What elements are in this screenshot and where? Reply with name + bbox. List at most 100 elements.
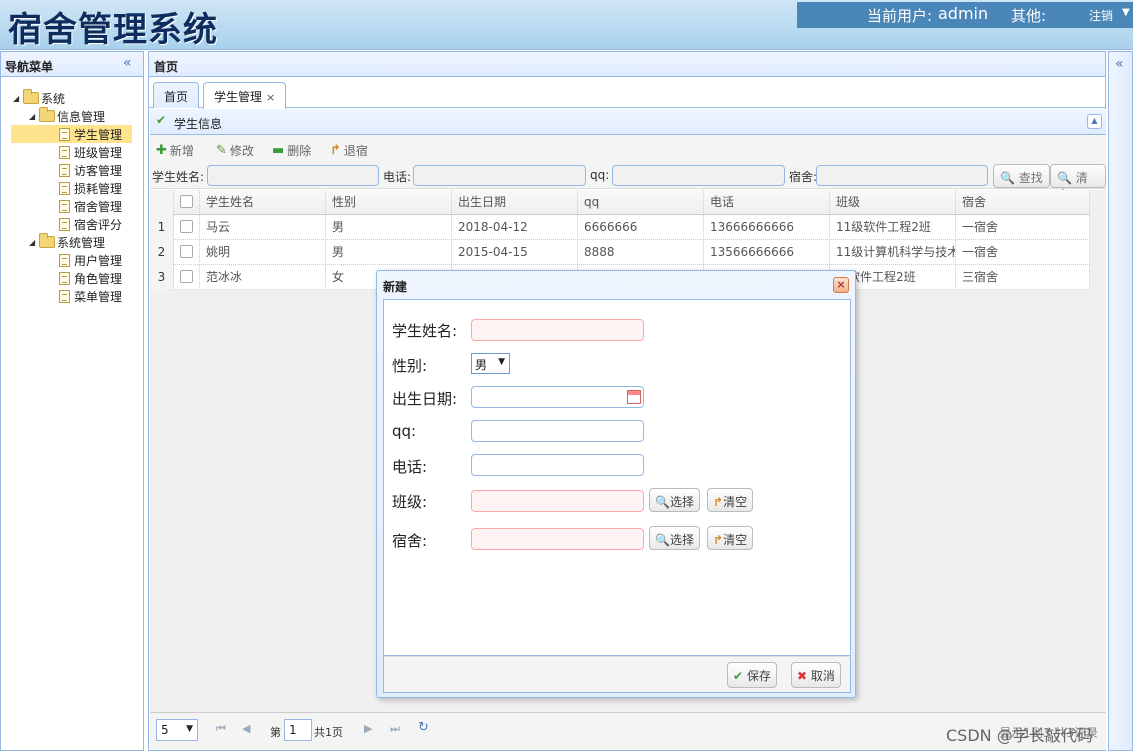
tab-home[interactable]: 首页: [153, 82, 200, 108]
search-qq-input[interactable]: [612, 165, 785, 186]
col-header-class[interactable]: 班级: [830, 190, 956, 215]
col-header-qq[interactable]: qq: [578, 190, 704, 215]
row-checkbox-cell[interactable]: [174, 240, 200, 265]
page-size-select[interactable]: 5 ▼: [156, 719, 198, 741]
expand-arrow-icon[interactable]: ◢: [29, 112, 39, 121]
search-name-input[interactable]: [207, 165, 379, 186]
watermark: CSDN @学长敲代码: [946, 726, 1093, 745]
tree-node-dorm-mgmt[interactable]: 宿舍管理: [59, 197, 122, 215]
col-header-gender[interactable]: 性别: [326, 190, 452, 215]
checkout-button[interactable]: ↱ 退宿: [330, 141, 368, 159]
file-icon: [59, 199, 70, 213]
magnifier-icon: 🔍: [655, 533, 670, 547]
find-button[interactable]: 🔍 查找: [993, 164, 1050, 188]
row-checkbox[interactable]: [180, 220, 193, 233]
return-arrow-icon: ↱: [713, 495, 724, 509]
magnifier-icon: 🔍: [1057, 171, 1072, 185]
col-header-phone[interactable]: 电话: [704, 190, 830, 215]
search-phone-label: 电话:: [383, 170, 412, 184]
chevron-down-icon[interactable]: ▼: [1122, 7, 1130, 18]
search-dorm-input[interactable]: [816, 165, 988, 186]
clear-search-button[interactable]: 🔍 清空: [1050, 164, 1106, 202]
right-collapsed-panel[interactable]: «: [1108, 51, 1133, 751]
col-header-name[interactable]: 学生姓名: [200, 190, 326, 215]
double-chevron-left-icon[interactable]: «: [1115, 56, 1124, 72]
qq-input[interactable]: [471, 420, 644, 442]
dorm-clear-button[interactable]: ↱清空: [707, 526, 754, 550]
dorm-input[interactable]: [471, 528, 644, 550]
expand-arrow-icon[interactable]: ◢: [13, 94, 23, 103]
col-header-dorm[interactable]: 宿舍: [956, 190, 1090, 215]
folder-icon: [39, 233, 55, 248]
close-icon[interactable]: ×: [833, 277, 849, 293]
refresh-icon[interactable]: ↻: [418, 720, 429, 735]
row-checkbox[interactable]: [180, 270, 193, 283]
tree-node-role-mgmt[interactable]: 角色管理: [59, 269, 122, 287]
close-icon[interactable]: ×: [266, 91, 275, 104]
gender-label: 性别:: [392, 357, 428, 375]
new-student-dialog: 新建 × 学生姓名: 性别: 男 ▼ 出生日期: qq: 电话: 班级: 🔍选择 …: [376, 270, 856, 698]
grid-header-row: 学生姓名 性别 出生日期 qq 电话 班级 宿舍: [150, 190, 1090, 215]
next-page-icon[interactable]: ▶: [364, 722, 372, 735]
expand-arrow-icon[interactable]: ◢: [29, 238, 39, 247]
phone-input[interactable]: [471, 454, 644, 476]
table-row[interactable]: 1 马云 男 2018-04-12 6666666 13666666666 11…: [150, 215, 1090, 240]
double-chevron-left-icon[interactable]: «: [123, 55, 132, 71]
tree-node-menu-mgmt[interactable]: 菜单管理: [59, 287, 122, 305]
tree-node-loss-mgmt[interactable]: 损耗管理: [59, 179, 122, 197]
file-icon: [59, 127, 70, 141]
row-checkbox-cell[interactable]: [174, 265, 200, 290]
logout-link[interactable]: 注销: [1089, 7, 1113, 24]
app-logo: 宿舍管理系统: [8, 10, 218, 50]
page-number-input[interactable]: 1: [284, 719, 312, 741]
class-input[interactable]: [471, 490, 644, 512]
search-phone-input[interactable]: [413, 165, 586, 186]
tree-node-system-mgmt[interactable]: ◢ 系统管理: [29, 233, 105, 251]
col-header-birth[interactable]: 出生日期: [452, 190, 578, 215]
tree-node-system[interactable]: ◢ 系统: [13, 89, 65, 107]
row-checkbox-cell[interactable]: [174, 215, 200, 240]
class-clear-button[interactable]: ↱清空: [707, 488, 754, 512]
magnifier-icon: 🔍: [1000, 171, 1015, 185]
other-label: 其他:: [1011, 7, 1047, 25]
tree-node-class-mgmt[interactable]: 班级管理: [59, 143, 122, 161]
search-qq-label: qq:: [590, 168, 610, 182]
name-input[interactable]: [471, 319, 644, 341]
class-select-button[interactable]: 🔍选择: [649, 488, 700, 512]
panel-title: 学生信息: [174, 117, 223, 131]
current-user: admin: [938, 4, 989, 23]
birth-date-input[interactable]: [471, 386, 644, 408]
app-header: 宿舍管理系统 当前用户: admin 其他: 注销 ▼: [0, 0, 1133, 50]
save-button[interactable]: ✔ 保存: [727, 662, 777, 688]
edit-button[interactable]: ✎ 修改: [216, 141, 254, 159]
gender-select[interactable]: 男 ▼: [471, 353, 510, 374]
add-button[interactable]: ✚ 新增: [156, 141, 194, 159]
first-page-icon[interactable]: ⏮: [216, 722, 226, 736]
delete-button[interactable]: ▬ 删除: [272, 141, 311, 159]
toolbar: ✚ 新增 ✎ 修改 ▬ 删除 ↱ 退宿 学生姓名: 电话: qq: 宿舍: 🔍 查找: [150, 135, 1106, 202]
tree-node-info-mgmt[interactable]: ◢ 信息管理: [29, 107, 105, 125]
center-header: 首页: [149, 52, 1105, 77]
table-row[interactable]: 2 姚明 男 2015-04-15 8888 13566666666 11级计算…: [150, 240, 1090, 265]
current-user-label: 当前用户:: [867, 7, 933, 25]
cancel-button[interactable]: ✖ 取消: [791, 662, 841, 688]
prev-page-icon[interactable]: ◀: [242, 722, 250, 735]
dorm-select-button[interactable]: 🔍选择: [649, 526, 700, 550]
dialog-footer: ✔ 保存 ✖ 取消: [383, 656, 851, 693]
tree-node-user-mgmt[interactable]: 用户管理: [59, 251, 122, 269]
tab-student-mgmt[interactable]: 学生管理 ×: [203, 82, 287, 109]
row-checkbox[interactable]: [180, 245, 193, 258]
tree-node-dorm-score[interactable]: 宿舍评分: [59, 215, 122, 233]
select-all-cell[interactable]: [174, 190, 200, 215]
cell-name: 姚明: [200, 240, 326, 265]
select-all-checkbox[interactable]: [180, 195, 193, 208]
name-label: 学生姓名:: [392, 322, 458, 340]
last-page-icon[interactable]: ⏭: [390, 722, 400, 736]
calendar-icon[interactable]: [627, 390, 641, 404]
tree-node-visitor-mgmt[interactable]: 访客管理: [59, 161, 122, 179]
panel-header: ✔ 学生信息 ▲: [150, 109, 1106, 135]
tree-node-student-mgmt[interactable]: 学生管理: [11, 125, 132, 143]
cell-name: 马云: [200, 215, 326, 240]
collapse-icon[interactable]: ▲: [1087, 114, 1102, 129]
dialog-body: 学生姓名: 性别: 男 ▼ 出生日期: qq: 电话: 班级: 🔍选择 ↱清空 宿…: [383, 299, 851, 656]
